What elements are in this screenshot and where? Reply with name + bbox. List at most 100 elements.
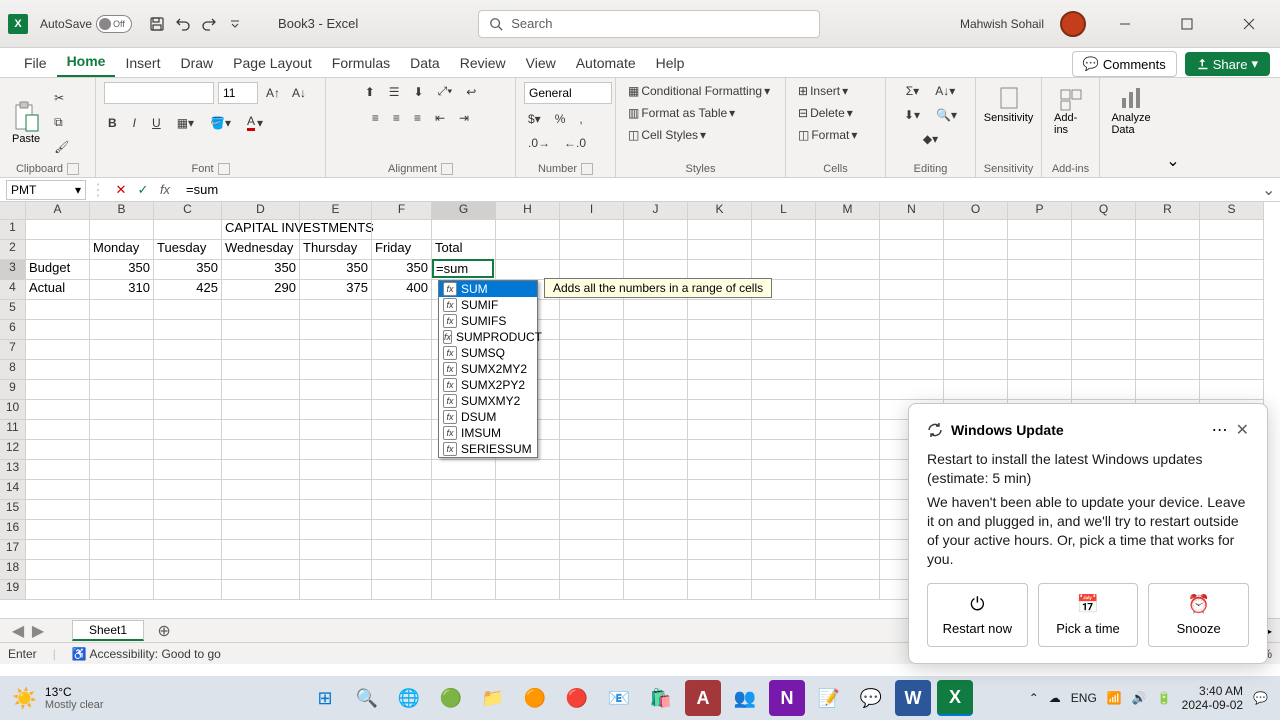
col-header-H[interactable]: H [496, 202, 560, 220]
col-header-G[interactable]: G [432, 202, 496, 220]
cell-E4[interactable]: 375 [300, 280, 372, 300]
tray-volume-icon[interactable]: 🔊 [1132, 691, 1147, 705]
cell-H2[interactable] [496, 240, 560, 260]
autocomplete-item-SUMIF[interactable]: fxSUMIF [439, 297, 537, 313]
cell-A17[interactable] [26, 540, 90, 560]
cell-A7[interactable] [26, 340, 90, 360]
cell-I6[interactable] [560, 320, 624, 340]
cell-K19[interactable] [688, 580, 752, 600]
cell-M10[interactable] [816, 400, 880, 420]
cell-J10[interactable] [624, 400, 688, 420]
redo-icon[interactable] [196, 11, 222, 37]
bold-button[interactable]: B [104, 114, 121, 132]
format-as-table-button[interactable]: ▥ Format as Table ▾ [624, 104, 739, 122]
indent-inc-button[interactable]: ⇥ [455, 109, 473, 127]
cell-M5[interactable] [816, 300, 880, 320]
cell-J2[interactable] [624, 240, 688, 260]
cell-L8[interactable] [752, 360, 816, 380]
cell-F11[interactable] [372, 420, 432, 440]
cell-G2[interactable]: Total [432, 240, 496, 260]
cell-Q3[interactable] [1072, 260, 1136, 280]
autocomplete-item-SUM[interactable]: fxSUM [439, 281, 537, 297]
cell-E12[interactable] [300, 440, 372, 460]
cell-S4[interactable] [1200, 280, 1264, 300]
align-right-button[interactable]: ≡ [410, 109, 425, 127]
insert-cells-button[interactable]: ⊞ Insert ▾ [794, 82, 852, 100]
taskbar-app-icon[interactable]: 🟠 [517, 680, 553, 716]
formula-input[interactable] [180, 182, 1262, 197]
cell-L14[interactable] [752, 480, 816, 500]
sheet-prev-button[interactable]: ◀ [8, 621, 28, 641]
comments-button[interactable]: 💬 Comments [1072, 51, 1177, 77]
col-header-N[interactable]: N [880, 202, 944, 220]
taskbar-access-icon[interactable]: A [685, 680, 721, 716]
row-header-12[interactable]: 12 [0, 440, 26, 460]
col-header-B[interactable]: B [90, 202, 154, 220]
cell-H18[interactable] [496, 560, 560, 580]
minimize-button[interactable] [1102, 10, 1148, 38]
col-header-M[interactable]: M [816, 202, 880, 220]
cell-styles-button[interactable]: ◫ Cell Styles ▾ [624, 126, 710, 144]
autocomplete-item-SUMPRODUCT[interactable]: fxSUMPRODUCT [439, 329, 537, 345]
cell-B10[interactable] [90, 400, 154, 420]
increase-font-button[interactable]: A↑ [262, 84, 284, 102]
cell-D13[interactable] [222, 460, 300, 480]
row-header-11[interactable]: 11 [0, 420, 26, 440]
cell-B11[interactable] [90, 420, 154, 440]
cell-A8[interactable] [26, 360, 90, 380]
cell-B14[interactable] [90, 480, 154, 500]
cell-B15[interactable] [90, 500, 154, 520]
row-header-3[interactable]: 3 [0, 260, 26, 280]
cell-F19[interactable] [372, 580, 432, 600]
row-header-14[interactable]: 14 [0, 480, 26, 500]
cell-D10[interactable] [222, 400, 300, 420]
cell-Q9[interactable] [1072, 380, 1136, 400]
cell-C2[interactable]: Tuesday [154, 240, 222, 260]
cell-M18[interactable] [816, 560, 880, 580]
cell-A13[interactable] [26, 460, 90, 480]
tray-chevron-icon[interactable]: ⌃ [1029, 691, 1039, 705]
cell-A4[interactable]: Actual [26, 280, 90, 300]
cell-R8[interactable] [1136, 360, 1200, 380]
cell-I11[interactable] [560, 420, 624, 440]
cell-P6[interactable] [1008, 320, 1072, 340]
taskbar-onenote-icon[interactable]: N [769, 680, 805, 716]
cell-G18[interactable] [432, 560, 496, 580]
cell-P2[interactable] [1008, 240, 1072, 260]
cell-F3[interactable]: 350 [372, 260, 432, 280]
analyze-data-button[interactable]: Analyze Data [1108, 82, 1154, 138]
cell-E6[interactable] [300, 320, 372, 340]
cell-D9[interactable] [222, 380, 300, 400]
taskbar-chrome-icon[interactable]: 🟢 [433, 680, 469, 716]
cell-I9[interactable] [560, 380, 624, 400]
cell-P9[interactable] [1008, 380, 1072, 400]
cell-S3[interactable] [1200, 260, 1264, 280]
cell-G14[interactable] [432, 480, 496, 500]
cell-N2[interactable] [880, 240, 944, 260]
cell-F4[interactable]: 400 [372, 280, 432, 300]
sheet-tab[interactable]: Sheet1 [72, 620, 144, 641]
cell-R4[interactable] [1136, 280, 1200, 300]
cell-M15[interactable] [816, 500, 880, 520]
cell-R2[interactable] [1136, 240, 1200, 260]
cell-K8[interactable] [688, 360, 752, 380]
tab-home[interactable]: Home [57, 47, 116, 77]
cell-H16[interactable] [496, 520, 560, 540]
cell-H3[interactable] [496, 260, 560, 280]
cell-H14[interactable] [496, 480, 560, 500]
cell-Q4[interactable] [1072, 280, 1136, 300]
number-format-select[interactable] [524, 82, 612, 104]
orientation-button[interactable]: ⤢▾ [434, 82, 457, 101]
row-header-9[interactable]: 9 [0, 380, 26, 400]
cell-J5[interactable] [624, 300, 688, 320]
cell-I1[interactable] [560, 220, 624, 240]
cell-D5[interactable] [222, 300, 300, 320]
expand-formula-bar-button[interactable]: ⌄ [1262, 180, 1280, 200]
collapse-ribbon-button[interactable]: ⌄ [1162, 78, 1184, 177]
tab-review[interactable]: Review [450, 49, 516, 77]
cell-D17[interactable] [222, 540, 300, 560]
cell-B7[interactable] [90, 340, 154, 360]
row-header-8[interactable]: 8 [0, 360, 26, 380]
cell-M11[interactable] [816, 420, 880, 440]
cell-J12[interactable] [624, 440, 688, 460]
